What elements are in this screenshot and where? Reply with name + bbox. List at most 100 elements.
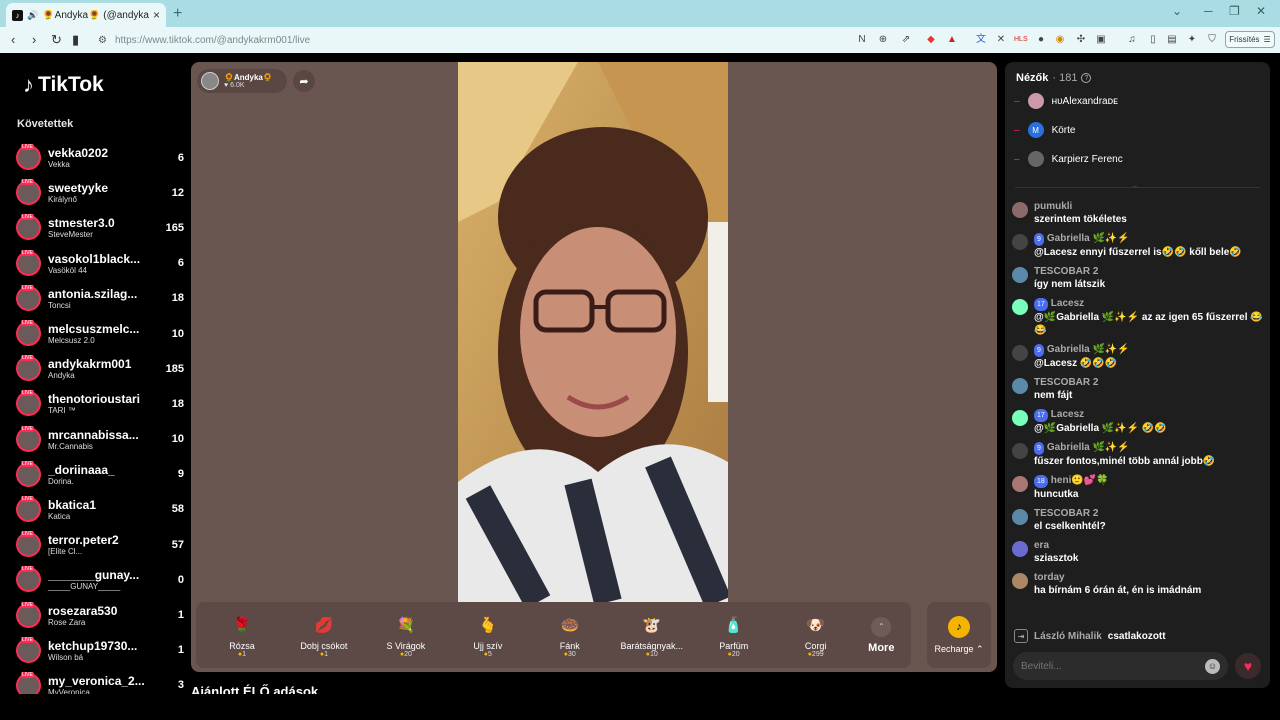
chat-avatar[interactable]	[1012, 410, 1028, 426]
following-item[interactable]: antonia.szilag...Toncsi 18	[16, 281, 184, 316]
info-icon[interactable]: ?	[1081, 73, 1092, 83]
top-viewer[interactable]: – Karpierz Ferenc	[1014, 151, 1123, 167]
following-item[interactable]: rosezara530Rose Zara 1	[16, 597, 184, 632]
following-item[interactable]: thenotorioustariTARI ™ 18	[16, 386, 184, 421]
joined-user[interactable]: László Mihalik	[1034, 631, 1102, 642]
chat-avatar[interactable]	[1012, 345, 1028, 361]
close-tab-icon[interactable]: ×	[153, 8, 160, 22]
live-avatar[interactable]	[16, 320, 41, 347]
host-info[interactable]: 🌻Andyka🌻 ♥ 6.0K	[197, 69, 287, 93]
following-item[interactable]: terror.peter2[Elite Cl... 57	[16, 527, 184, 562]
gift-item[interactable]: 🫰 Ujj szív ●5	[447, 605, 529, 665]
chat-username[interactable]: TESCOBAR 2	[1034, 377, 1098, 388]
live-avatar[interactable]	[16, 179, 41, 206]
ext-circle-icon[interactable]: ●	[1035, 34, 1047, 46]
live-avatar[interactable]	[16, 214, 41, 241]
new-tab-icon[interactable]: +	[173, 5, 182, 23]
like-heart-button[interactable]: ♥	[1235, 653, 1261, 679]
reload-icon[interactable]: ↻	[51, 32, 62, 48]
live-avatar[interactable]	[16, 495, 41, 522]
live-video[interactable]	[458, 62, 728, 602]
live-avatar[interactable]	[16, 249, 41, 276]
chat-avatar[interactable]	[1012, 541, 1028, 557]
chat-username[interactable]: Gabriella 🌿✨⚡	[1047, 344, 1130, 355]
recharge-button[interactable]: ♪ Recharge ⌃	[927, 602, 991, 668]
bookmark-icon[interactable]: ▮	[72, 32, 79, 48]
live-avatar[interactable]	[16, 531, 41, 558]
chat-username[interactable]: Gabriella 🌿✨⚡	[1047, 233, 1130, 244]
leo-ai-icon[interactable]: ✦	[1186, 34, 1198, 46]
live-avatar[interactable]	[16, 144, 41, 171]
following-item[interactable]: _doriinaaa_Dorina. 9	[16, 457, 184, 492]
gift-item[interactable]: 💐 S Virágok ●20	[365, 605, 447, 665]
live-avatar[interactable]	[16, 425, 41, 452]
gift-item[interactable]: 💋 Dobj csókot ●1	[283, 605, 365, 665]
chat-avatar[interactable]	[1012, 202, 1028, 218]
top-viewer[interactable]: – ʜᴜAlexandraᴅᴇ	[1014, 93, 1118, 109]
gift-item[interactable]: 🧴 Parfüm ●20	[693, 605, 775, 665]
following-item[interactable]: _______gunay..._____GUNAY_____ 0	[16, 562, 184, 597]
sidebar-icon[interactable]: ▯	[1147, 34, 1159, 46]
live-avatar[interactable]	[16, 601, 41, 628]
chat-username[interactable]: TESCOBAR 2	[1034, 266, 1098, 277]
chat-username[interactable]: TESCOBAR 2	[1034, 508, 1098, 519]
comment-input[interactable]	[1021, 660, 1205, 672]
alert-icon[interactable]: ▲	[946, 34, 958, 46]
chat-avatar[interactable]	[1012, 573, 1028, 589]
live-avatar[interactable]	[16, 355, 41, 382]
url-field[interactable]: ⚙ https://www.tiktok.com/@andykakrm001/l…	[92, 30, 912, 50]
brave-shield-icon[interactable]: ◆	[925, 34, 937, 46]
hls-ext-icon[interactable]: HLS	[1014, 34, 1028, 46]
wallet-icon[interactable]: ▤	[1166, 34, 1178, 46]
chat-avatar[interactable]	[1012, 443, 1028, 459]
host-avatar[interactable]	[201, 72, 219, 90]
gift-item[interactable]: 🍩 Fánk ●30	[529, 605, 611, 665]
following-item[interactable]: melcsuszmelc...Melcsusz 2.0 10	[16, 316, 184, 351]
chat-username[interactable]: era	[1034, 540, 1049, 551]
emoji-icon[interactable]: ☺	[1205, 658, 1220, 674]
more-gifts-button[interactable]: ⌃ More	[857, 605, 906, 665]
gift-item[interactable]: 🐮 Barátságnyak... ●10	[611, 605, 693, 665]
share-icon[interactable]: ⇗	[900, 34, 912, 46]
browser-tab[interactable]: ♪ 🔊 🌻Andyka🌻 (@andykakrm001 ×	[6, 3, 166, 27]
top-viewer[interactable]: – M Körte	[1014, 122, 1075, 138]
translate-icon[interactable]: N	[856, 34, 868, 46]
following-item[interactable]: vekka0202Vekka 6	[16, 140, 184, 175]
chevron-down-icon[interactable]: ⌄	[1131, 180, 1139, 191]
following-item[interactable]: my_veronica_2...MyVeronica 3	[16, 668, 184, 694]
following-item[interactable]: vasokol1black...Vasököl 44 6	[16, 246, 184, 281]
chat-avatar[interactable]	[1012, 299, 1028, 315]
ext-color-icon[interactable]: ◉	[1054, 34, 1066, 46]
following-item[interactable]: andykakrm001Andyka 185	[16, 351, 184, 386]
following-item[interactable]: mrcannabissa...Mr.Cannabis 10	[16, 422, 184, 457]
chat-avatar[interactable]	[1012, 267, 1028, 283]
restore-icon[interactable]: ❐	[1229, 4, 1240, 18]
ext-x-icon[interactable]: ✕	[995, 34, 1007, 46]
tiktok-logo[interactable]: ♪ TikTok	[23, 72, 104, 98]
media-icon[interactable]: ♫	[1126, 34, 1138, 46]
comment-box[interactable]: ☺	[1013, 652, 1228, 680]
chat-username[interactable]: heni🙂💕🍀	[1051, 475, 1109, 486]
gift-item[interactable]: 🌹 Rózsa ●1	[201, 605, 283, 665]
close-window-icon[interactable]: ✕	[1256, 4, 1266, 18]
share-button[interactable]: ➦	[293, 70, 315, 92]
following-item[interactable]: ketchup19730...Wilson bá 1	[16, 633, 184, 668]
minimize-icon[interactable]: ─	[1204, 4, 1213, 18]
forward-icon[interactable]: ›	[32, 32, 36, 47]
chat-username[interactable]: Gabriella 🌿✨⚡	[1047, 442, 1130, 453]
chat-username[interactable]: pumukli	[1034, 201, 1072, 212]
back-icon[interactable]: ‹	[11, 32, 15, 47]
chat-username[interactable]: Lacesz	[1051, 409, 1084, 420]
chat-avatar[interactable]	[1012, 509, 1028, 525]
site-info-icon[interactable]: ⚙	[98, 35, 107, 46]
live-avatar[interactable]	[16, 284, 41, 311]
live-avatar[interactable]	[16, 460, 41, 487]
zoom-icon[interactable]: ⊕	[877, 34, 889, 46]
viewers-header[interactable]: Nézők · 181 ?	[1016, 72, 1092, 84]
live-avatar[interactable]	[16, 566, 41, 593]
vpn-icon[interactable]: ⛉	[1206, 34, 1218, 46]
speaker-icon[interactable]: 🔊	[27, 10, 38, 21]
update-button[interactable]: Frissítés ☰	[1225, 31, 1275, 48]
extensions-icon[interactable]: ✣	[1075, 34, 1087, 46]
live-avatar[interactable]	[16, 671, 41, 694]
